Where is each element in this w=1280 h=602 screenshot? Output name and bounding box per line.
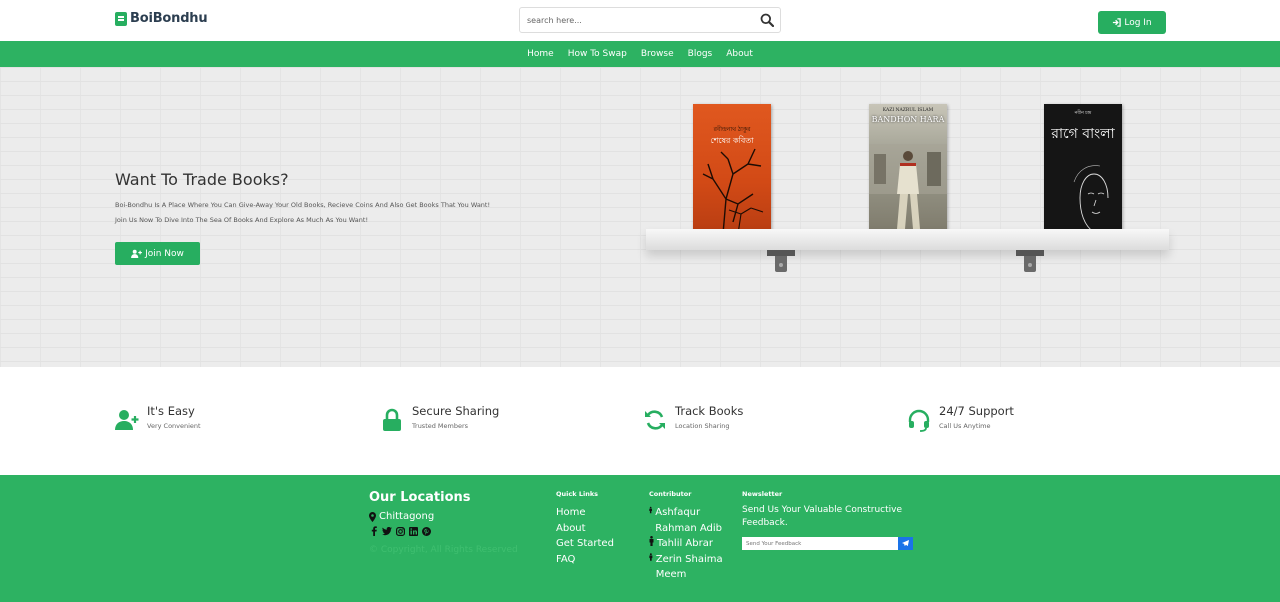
contributor-item: Zerin Shaima Meem xyxy=(649,552,731,583)
top-header: BoiBondhu Log In xyxy=(0,0,1280,41)
sign-in-icon xyxy=(1113,18,1122,27)
join-now-label: Join Now xyxy=(145,248,184,259)
lock-icon xyxy=(383,408,401,431)
contributor-title: Contributor xyxy=(649,490,692,498)
contributor-name: Tahlil Abrar xyxy=(657,538,713,549)
feature-easy: It's Easy Very Convenient xyxy=(115,403,201,432)
footer-link-about[interactable]: About xyxy=(556,521,614,537)
contributor-list: Ashfaqur Rahman Adib Tahlil Abrar Zerin … xyxy=(649,505,731,583)
tree-illustration: রবীন্দ্রনাথ ঠাকুর xyxy=(702,125,764,234)
footer-link-get-started[interactable]: Get Started xyxy=(556,536,614,552)
book-cover-shesher-kobita[interactable]: রবীন্দ্রনাথ ঠাকুর শেষের কবিতা xyxy=(693,104,771,234)
feature-subtitle: Location Sharing xyxy=(675,422,730,430)
sync-icon xyxy=(645,410,665,430)
twitter-icon[interactable] xyxy=(382,526,392,536)
city-name: Chittagong xyxy=(379,511,435,522)
nav-about[interactable]: About xyxy=(726,49,753,59)
soldier-illustration xyxy=(869,144,947,229)
locations-title: Our Locations xyxy=(369,490,471,505)
feature-subtitle: Trusted Members xyxy=(412,422,469,430)
feedback-input[interactable] xyxy=(742,537,898,550)
headset-icon xyxy=(908,409,930,432)
svg-text:নবীন চন্দ্র: নবীন চন্দ্র xyxy=(1074,109,1093,116)
book-1-title: শেষের কবিতা xyxy=(710,136,754,145)
quick-links-title: Quick Links xyxy=(556,490,599,498)
book-shelf xyxy=(646,229,1169,250)
feature-subtitle: Very Convenient xyxy=(147,422,201,430)
feature-title: 24/7 Support xyxy=(939,404,1014,418)
nav-browse[interactable]: Browse xyxy=(641,49,674,59)
paper-plane-icon xyxy=(902,540,909,547)
shelf-bracket-right xyxy=(1016,250,1044,278)
contributor-item: Tahlil Abrar xyxy=(649,536,731,552)
footer-link-home[interactable]: Home xyxy=(556,505,614,521)
facebook-icon[interactable] xyxy=(369,526,379,536)
map-marker-icon xyxy=(369,511,376,522)
brand-name: BoiBondhu xyxy=(130,11,208,26)
svg-text:রবীন্দ্রনাথ ঠাকুর: রবীন্দ্রনাথ ঠাকুর xyxy=(713,125,751,133)
search-button[interactable] xyxy=(754,8,780,32)
instagram-icon[interactable] xyxy=(395,526,405,536)
contributor-item: Ashfaqur Rahman Adib xyxy=(649,505,731,536)
social-links xyxy=(369,526,431,536)
hero-section: Want To Trade Books? Boi-Bondhu Is A Pla… xyxy=(0,67,1280,367)
feature-title: Secure Sharing xyxy=(412,404,500,418)
book-icon xyxy=(115,11,127,26)
newsletter-text: Send Us Your Valuable Constructive Feedb… xyxy=(742,505,903,528)
feature-title: It's Easy xyxy=(147,404,195,418)
pinterest-icon[interactable] xyxy=(421,526,431,536)
site-footer: Our Locations Chittagong © Copyright, Al… xyxy=(0,475,1280,602)
feature-support: 24/7 Support Call Us Anytime xyxy=(907,403,1014,432)
nav-blogs[interactable]: Blogs xyxy=(688,49,713,59)
book-cover-bandhon-hara[interactable]: KAZI NAZRUL ISLAM BANDHON HARA xyxy=(869,104,947,234)
contributor-name: Zerin Shaima Meem xyxy=(655,553,723,581)
shelf-bracket-left xyxy=(767,250,795,278)
search-bar xyxy=(519,7,781,33)
linkedin-icon[interactable] xyxy=(408,526,418,536)
quick-links-list: Home About Get Started FAQ xyxy=(556,505,614,567)
person-icon xyxy=(649,506,652,514)
search-input[interactable] xyxy=(520,8,754,32)
face-illustration: নবীন চন্দ্র xyxy=(1074,109,1109,233)
newsletter-form xyxy=(742,537,913,550)
person-icon xyxy=(649,536,654,546)
main-nav: Home How To Swap Browse Blogs About xyxy=(0,41,1280,67)
login-label: Log In xyxy=(1124,17,1152,28)
search-icon xyxy=(760,13,774,27)
feature-subtitle: Call Us Anytime xyxy=(939,422,991,430)
location-city: Chittagong xyxy=(369,511,434,522)
feature-secure: Secure Sharing Trusted Members xyxy=(380,403,499,432)
user-plus-icon xyxy=(131,249,142,258)
contributor-name: Ashfaqur Rahman Adib xyxy=(655,507,723,534)
copyright-text: © Copyright, All Rights Reserved xyxy=(369,545,518,555)
hero-description: Boi-Bondhu Is A Place Where You Can Give… xyxy=(115,198,555,228)
hero-desc-line-1: Boi-Bondhu Is A Place Where You Can Give… xyxy=(115,201,491,209)
join-now-button[interactable]: Join Now xyxy=(115,242,200,265)
hero-title: Want To Trade Books? xyxy=(115,170,289,189)
book-3-title: রাগে বাংলা xyxy=(1051,126,1115,142)
person-icon xyxy=(649,552,653,561)
newsletter-title: Newsletter xyxy=(742,490,783,498)
feature-title: Track Books xyxy=(675,404,744,418)
book-cover-rage-bangla[interactable]: নবীন চন্দ্র রাগে বাংলা xyxy=(1044,104,1122,234)
login-button[interactable]: Log In xyxy=(1098,11,1166,34)
footer-link-faq[interactable]: FAQ xyxy=(556,552,614,568)
user-plus-icon xyxy=(115,410,139,430)
send-feedback-button[interactable] xyxy=(898,537,913,550)
hero-desc-line-2: Join Us Now To Dive Into The Sea Of Book… xyxy=(115,216,369,224)
nav-home[interactable]: Home xyxy=(527,49,554,59)
features-section: It's Easy Very Convenient Secure Sharing… xyxy=(0,367,1280,475)
feature-track: Track Books Location Sharing xyxy=(643,403,743,432)
nav-how-to-swap[interactable]: How To Swap xyxy=(568,49,627,59)
brand-logo[interactable]: BoiBondhu xyxy=(115,11,208,26)
